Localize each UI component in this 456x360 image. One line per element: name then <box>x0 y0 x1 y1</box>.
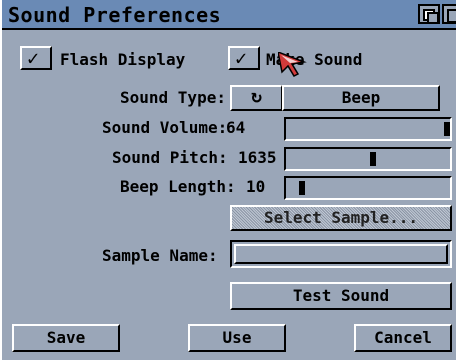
title-bar[interactable]: Sound Preferences <box>2 0 456 30</box>
sound-type-cycle-button[interactable]: Beep <box>282 85 440 111</box>
checkmark-icon: ✓ <box>235 46 248 70</box>
make-sound-checkbox[interactable]: ✓ <box>228 46 260 70</box>
sound-pitch-slider[interactable] <box>284 147 452 171</box>
slider-knob[interactable] <box>299 181 306 195</box>
sound-type-label: Sound Type: <box>120 88 226 107</box>
sample-name-label: Sample Name: <box>102 246 218 265</box>
depth-gadget-icon[interactable] <box>418 4 440 24</box>
slider-knob[interactable] <box>444 122 450 136</box>
zoom-gadget-icon[interactable] <box>442 4 456 24</box>
sound-pitch-label: Sound Pitch: <box>112 148 228 167</box>
sound-volume-slider[interactable] <box>284 117 452 141</box>
test-sound-button[interactable]: Test Sound <box>230 282 452 310</box>
save-button[interactable]: Save <box>12 324 120 352</box>
beep-length-slider[interactable] <box>284 176 452 200</box>
cancel-button[interactable]: Cancel <box>354 324 452 352</box>
use-button[interactable]: Use <box>188 324 286 352</box>
select-sample-button[interactable]: Select Sample... <box>230 205 452 231</box>
sound-preferences-window: Sound Preferences ✓ Flash Display ✓ Make… <box>0 0 456 360</box>
beep-length-label: Beep Length: <box>120 177 236 196</box>
flash-display-checkbox[interactable]: ✓ <box>20 46 52 70</box>
sound-volume-value: 64 <box>226 118 246 137</box>
checkmark-icon: ✓ <box>27 46 40 70</box>
sound-volume-label: Sound Volume: <box>102 118 228 137</box>
flash-display-label: Flash Display <box>60 50 186 69</box>
sound-pitch-value: 1635 <box>238 148 277 167</box>
sample-name-field[interactable] <box>230 240 452 268</box>
window-title: Sound Preferences <box>8 3 222 27</box>
cycle-icon[interactable]: ↻ <box>230 85 282 111</box>
slider-knob[interactable] <box>370 152 377 166</box>
